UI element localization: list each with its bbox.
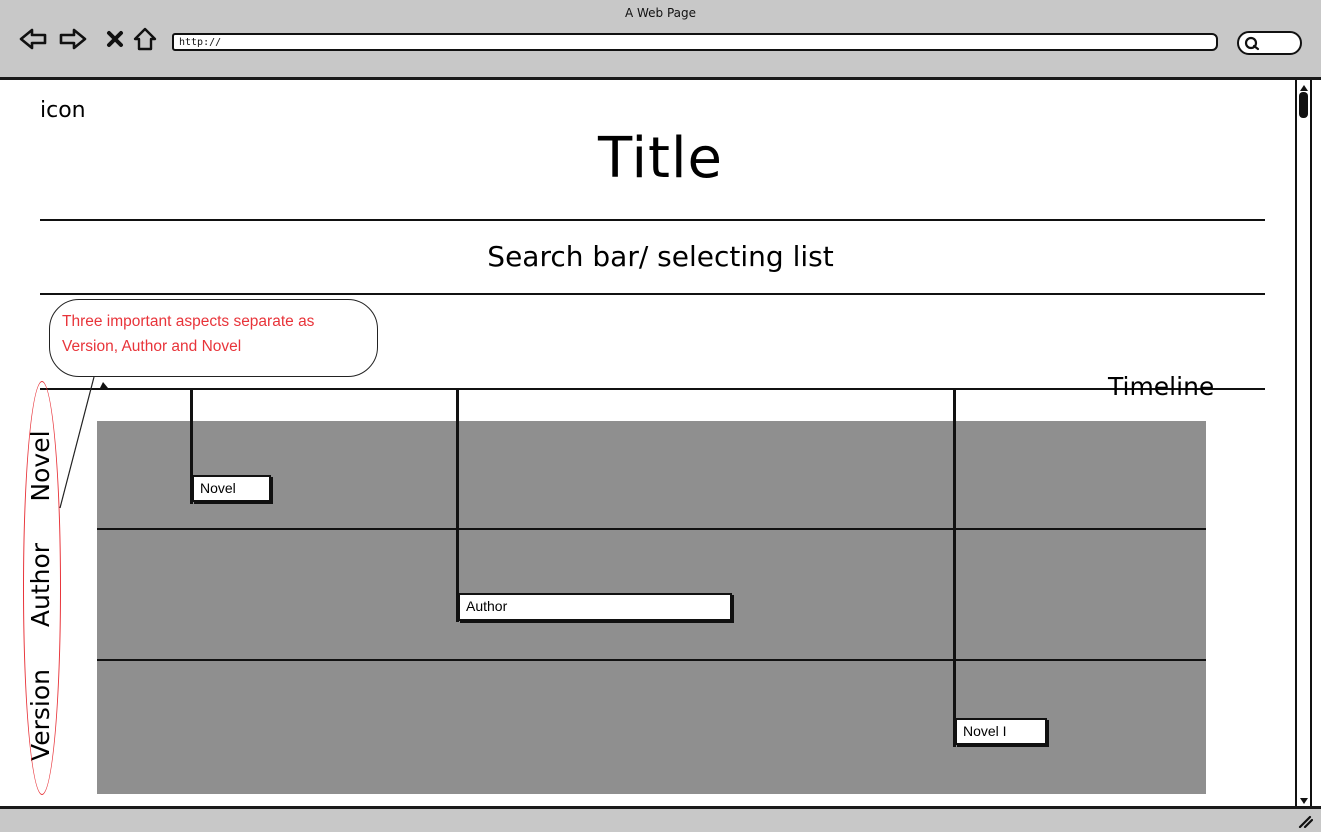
timeline-axis	[40, 388, 1265, 390]
annotation-callout: Three important aspects separate as Vers…	[49, 299, 378, 377]
home-button[interactable]	[130, 24, 160, 54]
resize-grip[interactable]	[1297, 812, 1314, 829]
tag-novel[interactable]: Novel	[192, 475, 271, 502]
lane-divider-1	[97, 528, 1206, 530]
search-bar[interactable]: Search bar/ selecting list	[0, 240, 1321, 273]
search-button[interactable]	[1237, 31, 1302, 55]
url-input[interactable]	[172, 33, 1218, 51]
timeline-stem-author	[456, 388, 459, 622]
window-title: A Web Page	[624, 6, 697, 20]
home-icon	[133, 27, 157, 51]
resize-grip-icon	[1298, 815, 1314, 829]
search-icon	[1244, 36, 1260, 51]
tag-novel-i[interactable]: Novel I	[955, 718, 1047, 745]
stop-button[interactable]	[100, 24, 130, 54]
triangle-up-icon	[1299, 85, 1308, 91]
back-button[interactable]	[18, 24, 48, 54]
timeline-stem-novel-i	[953, 388, 956, 747]
divider-top	[40, 219, 1265, 221]
tag-author[interactable]: Author	[458, 593, 732, 621]
forward-button[interactable]	[58, 24, 88, 54]
lane-labels-highlight	[23, 381, 61, 795]
back-arrow-icon	[19, 28, 47, 50]
divider-bottom	[40, 293, 1265, 295]
logo-placeholder: icon	[40, 98, 86, 123]
scrollbar-thumb[interactable]	[1299, 92, 1308, 118]
status-bar	[0, 806, 1321, 832]
lane-divider-2	[97, 659, 1206, 661]
close-icon	[107, 31, 123, 47]
triangle-down-icon	[1299, 798, 1308, 804]
forward-arrow-icon	[59, 28, 87, 50]
page-title: Title	[597, 126, 723, 191]
timeline-label: Timeline	[1108, 372, 1215, 401]
